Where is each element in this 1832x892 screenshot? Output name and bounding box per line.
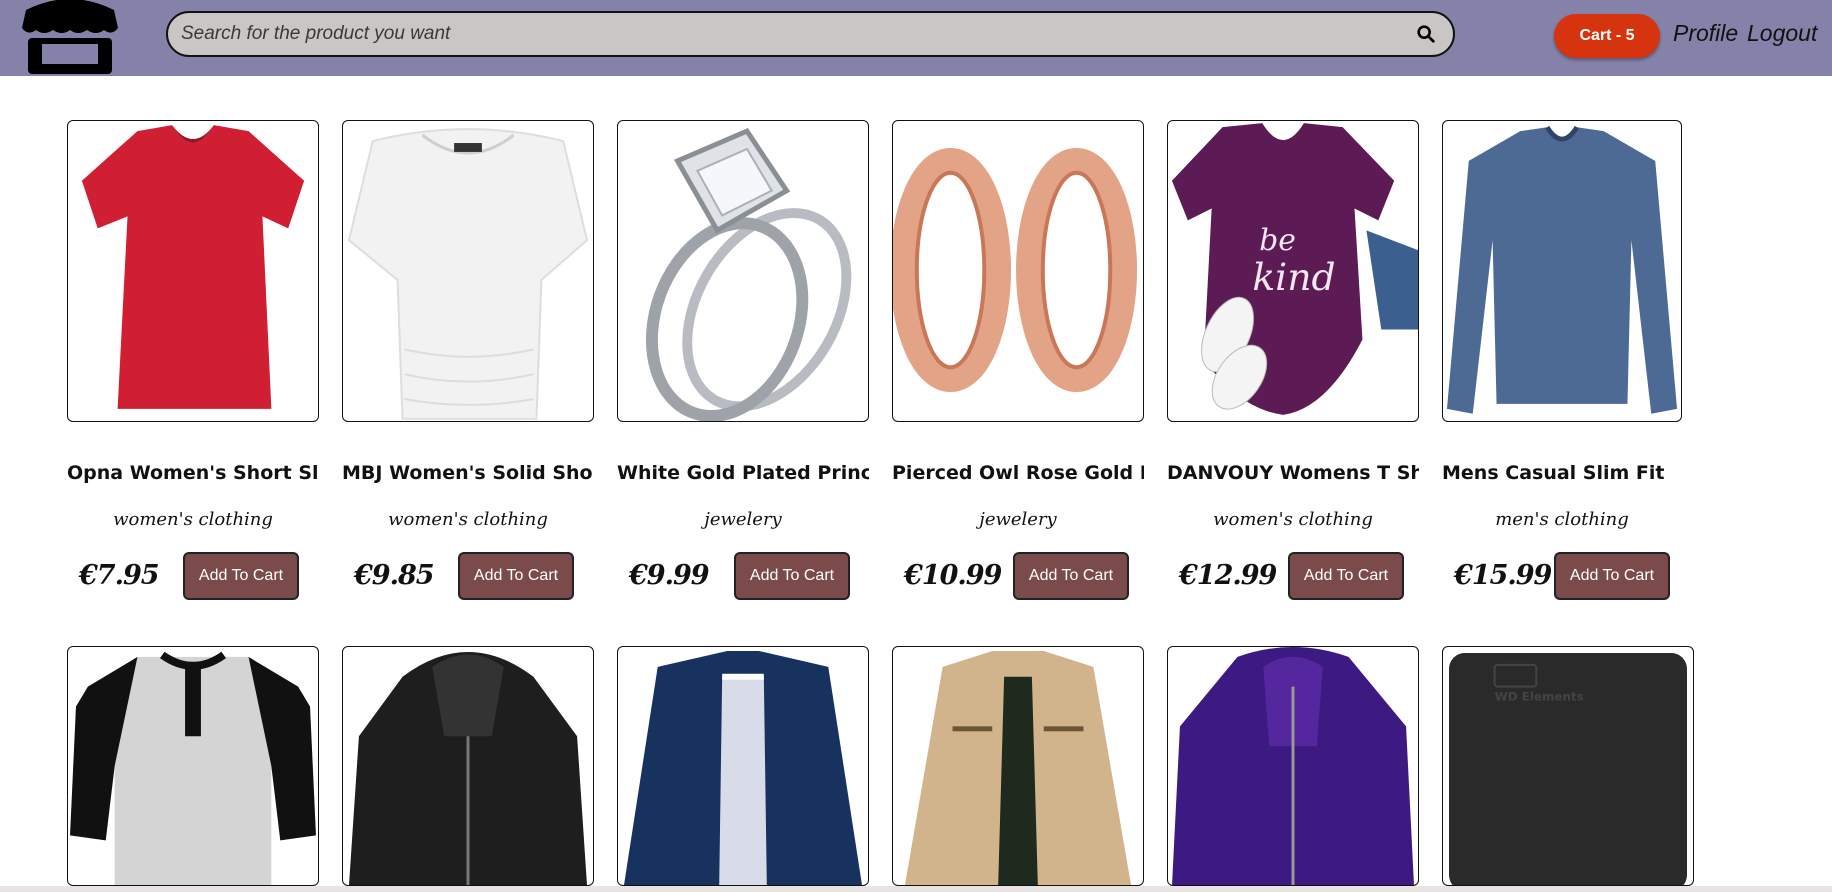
svg-text:be: be [1259, 223, 1296, 258]
logout-link[interactable]: Logout [1747, 20, 1817, 47]
product-image[interactable] [67, 120, 319, 422]
product-title[interactable]: MBJ Women's Solid Short Sleeve [342, 462, 594, 484]
product-category: men's clothing [1495, 509, 1629, 530]
product-title[interactable]: Mens Casual Slim Fit [1442, 462, 1682, 484]
profile-link[interactable]: Profile [1673, 20, 1738, 47]
search-icon[interactable] [1415, 23, 1437, 45]
product-category: women's clothing [1213, 509, 1373, 530]
product-image[interactable] [342, 646, 594, 886]
add-to-cart-button[interactable]: Add To Cart [458, 552, 574, 600]
product-price: €15.99 [1454, 560, 1552, 591]
product-category: jewelery [979, 509, 1057, 530]
product-image[interactable] [617, 120, 869, 422]
top-navbar: Cart - 5 Profile Logout [0, 0, 1832, 76]
product-image[interactable] [1442, 120, 1682, 422]
product-image[interactable] [342, 120, 594, 422]
product-category: jewelery [704, 509, 782, 530]
product-price: €9.99 [629, 560, 710, 591]
product-image[interactable] [892, 120, 1144, 422]
search-input[interactable] [168, 13, 1415, 55]
product-image[interactable] [892, 646, 1144, 886]
product-image[interactable] [617, 646, 869, 886]
product-title[interactable]: White Gold Plated Princess [617, 462, 869, 484]
add-to-cart-button[interactable]: Add To Cart [1554, 552, 1670, 600]
product-image[interactable]: WD Elements [1442, 646, 1694, 886]
cart-button[interactable]: Cart - 5 [1554, 14, 1660, 58]
product-title[interactable]: DANVOUY Womens T Shirt [1167, 462, 1419, 484]
add-to-cart-button[interactable]: Add To Cart [734, 552, 850, 600]
product-title[interactable]: Pierced Owl Rose Gold Plated [892, 462, 1144, 484]
horizontal-scrollbar[interactable] [0, 886, 1832, 892]
product-category: women's clothing [113, 509, 273, 530]
svg-text:WD Elements: WD Elements [1495, 690, 1584, 704]
product-price: €12.99 [1179, 560, 1277, 591]
product-price: €9.85 [354, 560, 435, 591]
product-title[interactable]: Opna Women's Short Sleeve Moisture [67, 462, 319, 484]
add-to-cart-button[interactable]: Add To Cart [1013, 552, 1129, 600]
product-image[interactable] [1167, 646, 1419, 886]
product-category: women's clothing [388, 509, 548, 530]
product-price: €10.99 [904, 560, 1002, 591]
product-image[interactable] [67, 646, 319, 886]
search-bar[interactable] [166, 11, 1455, 57]
product-image[interactable]: be kind [1167, 120, 1419, 422]
store-logo-icon[interactable] [20, 0, 120, 76]
product-price: €7.95 [79, 560, 160, 591]
svg-text:kind: kind [1252, 255, 1335, 299]
add-to-cart-button[interactable]: Add To Cart [1288, 552, 1404, 600]
add-to-cart-button[interactable]: Add To Cart [183, 552, 299, 600]
